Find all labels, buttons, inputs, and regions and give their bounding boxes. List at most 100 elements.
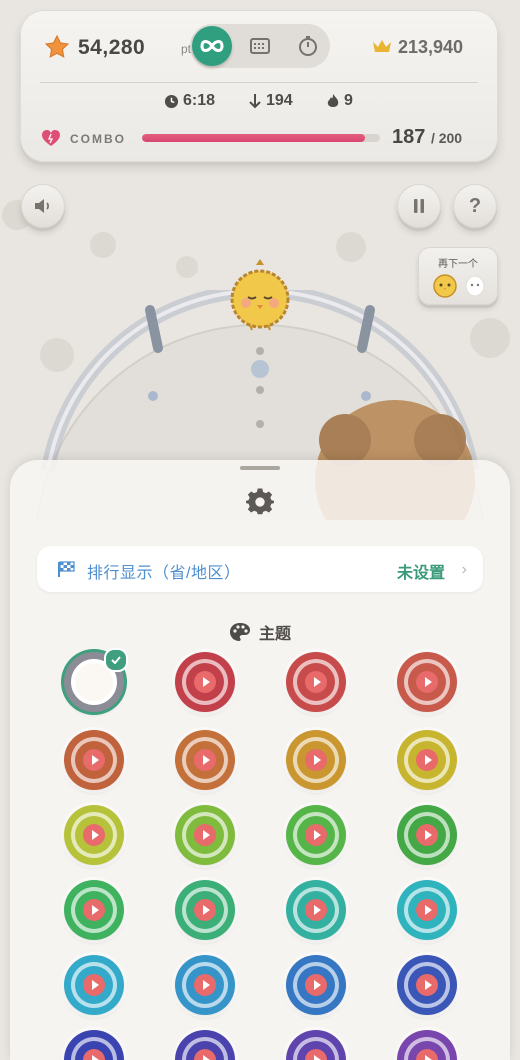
chevron-right-icon: › [461,561,467,578]
play-icon [83,899,105,921]
theme-option[interactable] [397,955,457,1015]
theme-option[interactable] [286,730,346,790]
theme-option[interactable] [397,805,457,865]
pause-button[interactable] [397,184,441,228]
theme-option[interactable] [397,880,457,940]
combo-label: COMBO [70,132,126,146]
play-icon [416,974,438,996]
theme-option[interactable] [175,805,235,865]
best-score-value: 213,940 [398,37,464,57]
palette-icon [229,623,250,641]
combo-progress-bar [142,134,380,142]
background-dot [336,232,366,262]
score-value: 54,280 [78,36,146,59]
stats-row: 6:18 194 9 [20,92,498,114]
help-button[interactable]: ? [453,184,497,228]
ranking-region-setting[interactable]: 排行显示（省/地区） 未设置 › [37,546,483,592]
theme-option[interactable] [64,955,124,1015]
theme-option[interactable] [64,880,124,940]
speaker-icon [35,199,50,213]
drop-guide-dot [256,347,264,355]
theme-title: 主题 [258,626,291,643]
theme-option[interactable] [64,1030,124,1060]
theme-option[interactable] [175,730,235,790]
play-icon [194,899,216,921]
checkered-flag-icon [58,561,75,577]
arrow-down-icon [249,94,261,109]
theme-option[interactable] [64,805,124,865]
combo-progress-fill [142,134,365,142]
theme-option[interactable] [175,955,235,1015]
play-icon [416,671,438,693]
next-chick-icon [433,274,457,298]
mode-timer-button[interactable] [288,26,328,66]
play-icon [416,824,438,846]
question-icon: ? [468,194,482,217]
pause-icon [414,199,424,213]
score-row: 54,280 pt 213,940 [20,10,498,84]
drops-value: 194 [266,92,293,109]
theme-option[interactable] [64,730,124,790]
theme-option[interactable] [397,652,457,712]
divider [40,82,478,83]
sheet-drag-handle[interactable] [240,466,280,470]
time-value: 6:18 [183,92,216,109]
score-panel: 54,280 pt 213,940 6:18 194 9 COMBO 187 /… [20,10,498,162]
drop-guide-dot [251,360,269,378]
calendar-icon [250,38,270,54]
theme-heading: 主题 [10,620,510,644]
streak-value: 9 [344,92,353,109]
time-stat: 6:18 [164,92,215,110]
play-icon [416,899,438,921]
streak-stat: 9 [326,92,353,110]
drop-guide-dot [256,386,264,394]
infinity-icon [200,40,224,52]
theme-option[interactable] [175,1030,235,1060]
background-dot [90,232,116,258]
play-icon [194,974,216,996]
play-icon [305,899,327,921]
play-icon [305,974,327,996]
crown-icon [373,40,391,52]
theme-option[interactable] [286,652,346,712]
background-dot [176,256,198,278]
mode-calendar-button[interactable] [240,26,280,66]
play-icon [194,749,216,771]
play-icon [305,824,327,846]
play-icon [194,671,216,693]
mode-endless-button[interactable] [192,26,232,66]
play-icon [305,749,327,771]
gear-icon [246,488,274,515]
next-egg-icon [465,275,485,297]
theme-option[interactable] [397,730,457,790]
sound-button[interactable] [21,184,65,228]
drops-stat: 194 [248,92,293,110]
play-icon [305,671,327,693]
combo-count-value: 187 [392,126,426,148]
combo-count: 187 / 200 [392,126,462,149]
stopwatch-icon [299,36,317,56]
theme-option[interactable] [286,880,346,940]
next-label: 再下一个 [438,259,478,270]
combo-row: COMBO 187 / 200 [20,126,498,152]
play-icon [194,824,216,846]
current-chick-ball [230,259,290,331]
theme-option[interactable] [64,648,128,712]
theme-option[interactable] [286,955,346,1015]
theme-option[interactable] [286,1030,346,1060]
theme-option[interactable] [175,652,235,712]
next-preview: 再下一个 [418,247,498,305]
play-icon [83,824,105,846]
play-icon [83,974,105,996]
theme-option[interactable] [397,1030,457,1060]
flame-icon [327,94,339,107]
theme-option[interactable] [175,880,235,940]
heart-icon [42,130,60,146]
star-icon [44,34,70,58]
theme-option[interactable] [286,805,346,865]
check-icon [104,648,128,672]
combo-max: / 200 [430,130,463,146]
drop-guide-dot [256,420,264,428]
ranking-region-label: 排行显示（省/地区） [87,565,241,582]
play-icon [416,749,438,771]
